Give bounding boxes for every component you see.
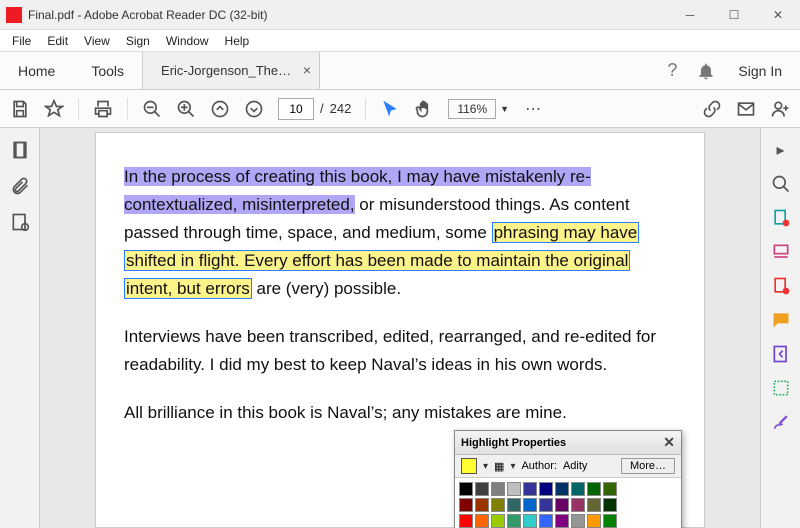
minimize-button[interactable]: ─ <box>668 0 712 30</box>
bookmarks-icon[interactable] <box>10 212 30 232</box>
zoom-out-icon[interactable] <box>142 99 162 119</box>
comment-icon[interactable] <box>771 310 791 330</box>
palette-color[interactable] <box>555 498 569 512</box>
tab-tools[interactable]: Tools <box>73 52 142 89</box>
bell-icon[interactable] <box>696 61 716 81</box>
tab-document[interactable]: Eric-Jorgenson_The… × <box>142 52 320 89</box>
right-toggle-icon[interactable]: ▸ <box>771 140 791 160</box>
popup-close-icon[interactable]: ✕ <box>663 434 675 451</box>
maximize-button[interactable]: ☐ <box>712 0 756 30</box>
palette-color[interactable] <box>587 482 601 496</box>
highlight-properties-popup[interactable]: Highlight Properties ✕ ▾ ▦ ▾ Author: Adi… <box>454 430 682 528</box>
help-icon[interactable]: ? <box>662 61 682 81</box>
page-sep: / <box>320 101 324 116</box>
color-palette <box>455 478 681 528</box>
page-total: 242 <box>330 101 352 116</box>
separator <box>365 98 366 120</box>
author-value: Adity <box>563 460 587 472</box>
close-button[interactable]: ✕ <box>756 0 800 30</box>
zoom-value[interactable]: 116% <box>448 99 496 119</box>
tab-close-icon[interactable]: × <box>303 62 311 78</box>
body-text: Interviews have been transcribed, edited… <box>124 323 676 379</box>
palette-color[interactable] <box>587 514 601 528</box>
menu-help[interactable]: Help <box>217 34 258 48</box>
attachments-icon[interactable] <box>10 176 30 196</box>
palette-color[interactable] <box>555 514 569 528</box>
palette-color[interactable] <box>459 498 473 512</box>
page-down-icon[interactable] <box>244 99 264 119</box>
menu-window[interactable]: Window <box>158 34 217 48</box>
compress-icon[interactable] <box>771 378 791 398</box>
palette-color[interactable] <box>571 498 585 512</box>
page-number-input[interactable] <box>278 98 314 120</box>
organize-icon[interactable] <box>771 344 791 364</box>
star-icon[interactable] <box>44 99 64 119</box>
opacity-dropdown-icon[interactable]: ▾ <box>510 461 515 472</box>
palette-color[interactable] <box>571 482 585 496</box>
window-title: Final.pdf - Adobe Acrobat Reader DC (32-… <box>28 8 668 22</box>
palette-color[interactable] <box>459 514 473 528</box>
palette-color[interactable] <box>491 498 505 512</box>
palette-color[interactable] <box>539 498 553 512</box>
hand-tool-icon[interactable] <box>414 99 434 119</box>
menu-sign[interactable]: Sign <box>118 34 158 48</box>
palette-color[interactable] <box>523 498 537 512</box>
separator <box>127 98 128 120</box>
palette-color[interactable] <box>475 498 489 512</box>
author-label: Author: <box>521 460 556 472</box>
menu-file[interactable]: File <box>4 34 39 48</box>
signin-button[interactable]: Sign In <box>730 63 790 79</box>
palette-color[interactable] <box>603 514 617 528</box>
palette-color[interactable] <box>571 514 585 528</box>
palette-color[interactable] <box>603 498 617 512</box>
menu-view[interactable]: View <box>76 34 118 48</box>
opacity-icon[interactable]: ▦ <box>494 460 504 473</box>
tab-document-label: Eric-Jorgenson_The… <box>161 63 291 78</box>
palette-color[interactable] <box>491 514 505 528</box>
palette-color[interactable] <box>523 514 537 528</box>
popup-title: Highlight Properties <box>461 437 566 449</box>
save-icon[interactable] <box>10 99 30 119</box>
palette-color[interactable] <box>475 482 489 496</box>
sign-tool-icon[interactable] <box>771 412 791 432</box>
palette-color[interactable] <box>459 482 473 496</box>
more-tools-icon[interactable]: ⋯ <box>523 99 543 119</box>
separator <box>78 98 79 120</box>
share-person-icon[interactable] <box>770 99 790 119</box>
palette-color[interactable] <box>539 482 553 496</box>
edit-pdf-icon[interactable] <box>771 242 791 262</box>
select-tool-icon[interactable] <box>380 99 400 119</box>
more-button[interactable]: More… <box>621 458 675 474</box>
page-up-icon[interactable] <box>210 99 230 119</box>
menu-edit[interactable]: Edit <box>39 34 76 48</box>
tab-home[interactable]: Home <box>0 52 73 89</box>
palette-color[interactable] <box>603 482 617 496</box>
palette-color[interactable] <box>587 498 601 512</box>
create-pdf-icon[interactable] <box>771 276 791 296</box>
palette-color[interactable] <box>539 514 553 528</box>
app-icon <box>6 7 22 23</box>
menubar: File Edit View Sign Window Help <box>0 30 800 52</box>
export-pdf-icon[interactable] <box>771 208 791 228</box>
body-text: All brilliance in this book is Naval’s; … <box>124 399 676 427</box>
body-text: are (very) possible. <box>252 279 401 298</box>
palette-color[interactable] <box>555 482 569 496</box>
search-icon[interactable] <box>771 174 791 194</box>
palette-color[interactable] <box>523 482 537 496</box>
zoom-in-icon[interactable] <box>176 99 196 119</box>
thumbnails-icon[interactable] <box>10 140 30 160</box>
print-icon[interactable] <box>93 99 113 119</box>
palette-color[interactable] <box>507 482 521 496</box>
email-icon[interactable] <box>736 99 756 119</box>
palette-color[interactable] <box>475 514 489 528</box>
palette-color[interactable] <box>491 482 505 496</box>
current-color-swatch[interactable] <box>461 458 477 474</box>
palette-color[interactable] <box>507 514 521 528</box>
color-dropdown-icon[interactable]: ▾ <box>483 461 488 472</box>
zoom-dropdown-icon[interactable]: ▼ <box>500 104 509 114</box>
palette-color[interactable] <box>507 498 521 512</box>
share-link-icon[interactable] <box>702 99 722 119</box>
